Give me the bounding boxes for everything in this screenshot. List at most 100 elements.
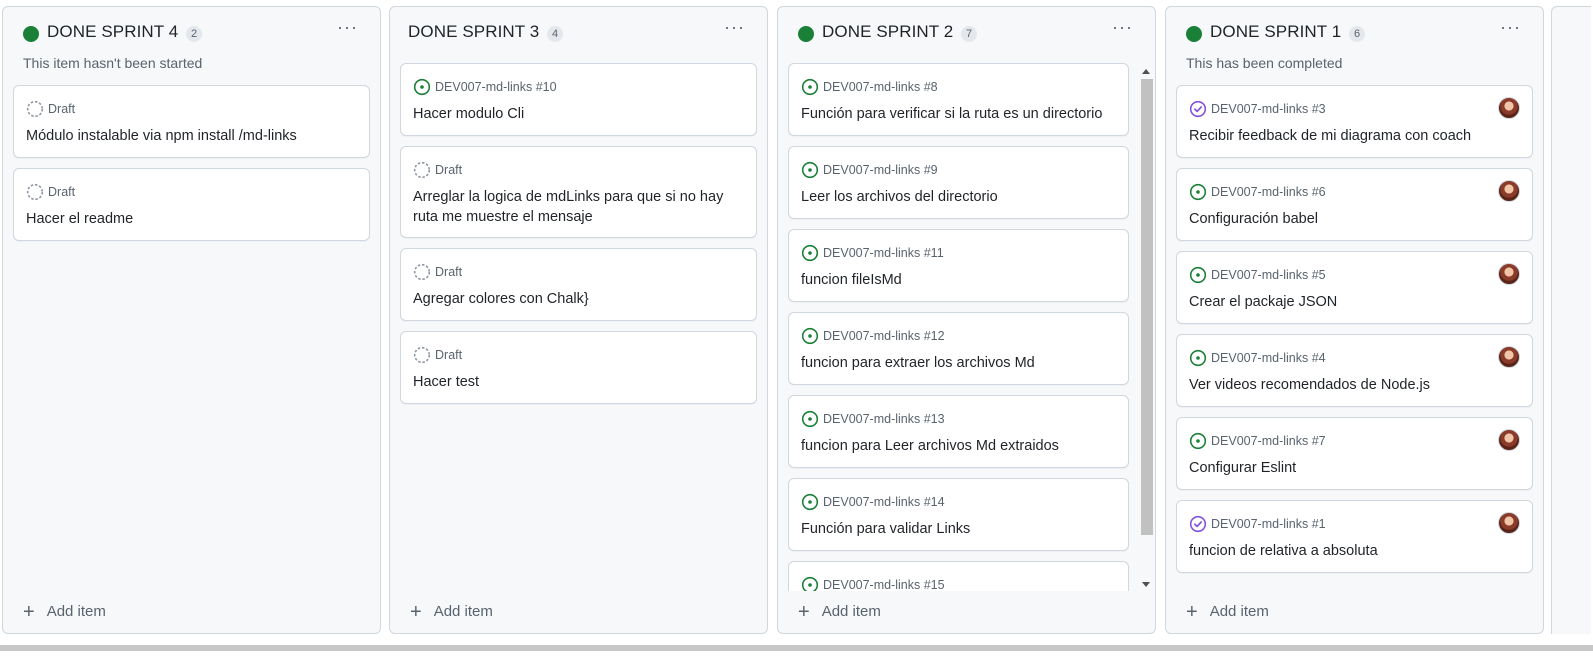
board-card[interactable]: DEV007-md-links #1 funcion de relativa a … (1176, 500, 1533, 573)
assignee-avatar[interactable] (1498, 97, 1520, 119)
card-ref-label[interactable]: DEV007-md-links #9 (823, 163, 938, 177)
card-ref-label[interactable]: DEV007-md-links #14 (823, 495, 945, 509)
assignee-avatar[interactable] (1498, 512, 1520, 534)
card-ref-label[interactable]: DEV007-md-links #3 (1211, 102, 1326, 116)
column-count-badge: 6 (1349, 26, 1366, 42)
card-title[interactable]: funcion para extraer los archivos Md (801, 353, 1116, 373)
add-item-button[interactable]: + Add item (410, 600, 493, 623)
board-card[interactable]: DEV007-md-links #6 Configuración babel (1176, 168, 1533, 241)
open-issue-icon (801, 576, 819, 591)
draft-icon (26, 183, 44, 201)
board-card[interactable]: DEV007-md-links #9 Leer los archivos del … (788, 146, 1129, 219)
card-title[interactable]: funcion fileIsMd (801, 270, 1116, 290)
board-card[interactable]: Draft Hacer el readme (13, 168, 370, 241)
open-issue-icon (1189, 183, 1207, 201)
board-column: DONE SPRINT 4 2 ··· This item hasn't been s… (2, 6, 381, 634)
plus-icon: + (410, 600, 422, 623)
draft-icon (413, 161, 431, 179)
board-card[interactable]: DEV007-md-links #8 Función para verificar… (788, 63, 1129, 136)
card-list: DEV007-md-links #8 Función para verificar… (788, 63, 1129, 591)
scrollbar-thumb[interactable] (1141, 79, 1153, 535)
assignee-avatar[interactable] (1498, 263, 1520, 285)
card-title[interactable]: Función para verificar si la ruta es un … (801, 104, 1116, 124)
board-card[interactable]: DEV007-md-links #5 Crear el packaje JSON (1176, 251, 1533, 324)
plus-icon: + (23, 600, 35, 623)
board-card[interactable]: DEV007-md-links #12 funcion para extraer … (788, 312, 1129, 385)
card-title[interactable]: Ver videos recomendados de Node.js (1189, 375, 1520, 395)
board-card[interactable]: Draft Arreglar la logica de mdLinks para … (400, 146, 757, 238)
card-reference: DEV007-md-links #6 (1189, 183, 1326, 201)
card-reference: Draft (413, 161, 462, 179)
card-ref-label[interactable]: DEV007-md-links #11 (823, 246, 944, 260)
horizontal-scrollbar[interactable] (0, 644, 1593, 660)
board-column: DONE SPRINT 3 4 ··· DEV007-md-links #10 Hace… (389, 6, 768, 634)
card-ref-label[interactable]: DEV007-md-links #7 (1211, 434, 1326, 448)
card-title[interactable]: funcion para Leer archivos Md extraidos (801, 436, 1116, 456)
card-ref-label[interactable]: DEV007-md-links #4 (1211, 351, 1326, 365)
next-column-edge[interactable] (1551, 6, 1591, 634)
card-ref-label[interactable]: DEV007-md-links #12 (823, 329, 945, 343)
column-scrollbar[interactable] (1139, 65, 1153, 591)
card-ref-label: Draft (48, 185, 76, 199)
board-card[interactable]: DEV007-md-links #10 Hacer modulo Cli (400, 63, 757, 136)
column-count-badge: 7 (961, 26, 978, 42)
card-title[interactable]: Arreglar la logica de mdLinks para que s… (413, 187, 744, 227)
card-title[interactable]: Leer los archivos del directorio (801, 187, 1116, 207)
column-menu-icon[interactable]: ··· (1112, 18, 1133, 36)
card-ref-label[interactable]: DEV007-md-links #8 (823, 80, 938, 94)
card-ref-label[interactable]: DEV007-md-links #10 (435, 80, 557, 94)
status-done-icon (798, 26, 814, 42)
column-menu-icon[interactable]: ··· (337, 18, 358, 36)
board-card[interactable]: DEV007-md-links #7 Configurar Eslint (1176, 417, 1533, 490)
closed-issue-icon (1189, 515, 1207, 533)
column-title: DONE SPRINT 1 (1210, 22, 1342, 41)
column-menu-icon[interactable]: ··· (1500, 18, 1521, 36)
board-card[interactable]: DEV007-md-links #15 (788, 561, 1129, 591)
board-card[interactable]: Draft Módulo instalable via npm install /… (13, 85, 370, 158)
assignee-avatar[interactable] (1498, 180, 1520, 202)
card-title[interactable]: Configurar Eslint (1189, 458, 1520, 478)
board-card[interactable]: Draft Hacer test (400, 331, 757, 404)
card-ref-label[interactable]: DEV007-md-links #1 (1211, 517, 1326, 531)
card-title[interactable]: Hacer test (413, 372, 744, 392)
assignee-avatar[interactable] (1498, 429, 1520, 451)
card-title[interactable]: Módulo instalable via npm install /md-li… (26, 126, 357, 146)
card-ref-label[interactable]: DEV007-md-links #6 (1211, 185, 1326, 199)
card-list: Draft Módulo instalable via npm install /… (13, 85, 370, 591)
horizontal-scrollbar-thumb[interactable] (0, 645, 1593, 651)
column-menu-icon[interactable]: ··· (724, 18, 745, 36)
card-title[interactable]: Recibir feedback de mi diagrama con coac… (1189, 126, 1520, 146)
card-ref-label[interactable]: DEV007-md-links #15 (823, 578, 945, 591)
card-title[interactable]: Función para validar Links (801, 519, 1116, 539)
card-title[interactable]: Hacer el readme (26, 209, 357, 229)
card-title[interactable]: Crear el packaje JSON (1189, 292, 1520, 312)
card-title[interactable]: Configuración babel (1189, 209, 1520, 229)
column-count-badge: 4 (547, 26, 564, 42)
board-card[interactable]: DEV007-md-links #13 funcion para Leer arc… (788, 395, 1129, 468)
column-count-badge: 2 (186, 26, 203, 42)
card-ref-label[interactable]: DEV007-md-links #5 (1211, 268, 1326, 282)
card-reference: DEV007-md-links #5 (1189, 266, 1326, 284)
board-card[interactable]: DEV007-md-links #11 funcion fileIsMd (788, 229, 1129, 302)
assignee-avatar[interactable] (1498, 346, 1520, 368)
card-title[interactable]: funcion de relativa a absoluta (1189, 541, 1520, 561)
card-ref-label[interactable]: DEV007-md-links #13 (823, 412, 945, 426)
column-header: DONE SPRINT 1 6 ··· (1166, 7, 1543, 59)
scroll-down-arrow-icon[interactable] (1142, 582, 1150, 587)
column-header: DONE SPRINT 2 7 ··· (778, 7, 1155, 59)
card-title[interactable]: Agregar colores con Chalk} (413, 289, 744, 309)
add-item-button[interactable]: + Add item (23, 600, 106, 623)
board-card[interactable]: Draft Agregar colores con Chalk} (400, 248, 757, 321)
plus-icon: + (1186, 600, 1198, 623)
project-board: DONE SPRINT 4 2 ··· This item hasn't been s… (0, 0, 1593, 644)
add-item-button[interactable]: + Add item (1186, 600, 1269, 623)
draft-icon (26, 100, 44, 118)
add-item-button[interactable]: + Add item (798, 602, 881, 622)
board-card[interactable]: DEV007-md-links #14 Función para validar … (788, 478, 1129, 551)
open-issue-icon (801, 161, 819, 179)
board-card[interactable]: DEV007-md-links #4 Ver videos recomendado… (1176, 334, 1533, 407)
card-title[interactable]: Hacer modulo Cli (413, 104, 744, 124)
add-item-label: Add item (821, 603, 881, 620)
scroll-up-arrow-icon[interactable] (1142, 69, 1150, 74)
board-card[interactable]: DEV007-md-links #3 Recibir feedback de mi… (1176, 85, 1533, 158)
